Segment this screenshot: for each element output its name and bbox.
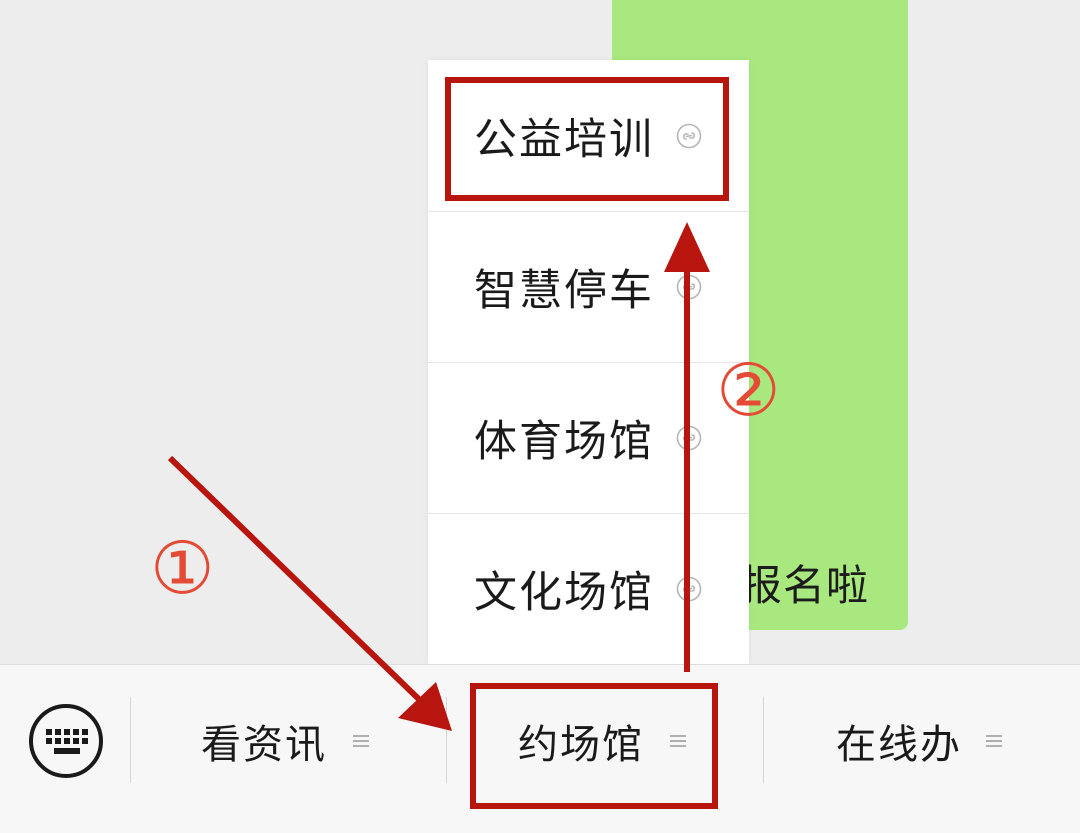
menu-tab-label: 约场馆: [518, 722, 644, 768]
menu-tab-book-venue[interactable]: 约场馆: [452, 693, 752, 789]
step-2-label: ②: [716, 348, 781, 432]
wechat-chat-screen: 报名啦 公益培训 智慧停车 体育场馆 文化场馆 看资讯 约场馆 在线办 ① ②: [0, 0, 1080, 833]
submenu-item-label: 智慧停车: [474, 266, 654, 316]
menu-tab-online-service[interactable]: 在线办: [770, 693, 1070, 789]
submenu-item-public-training[interactable]: 公益培训: [428, 60, 749, 211]
submenu-item-label: 文化场馆: [474, 568, 654, 618]
bar-divider: [130, 697, 131, 783]
submenu-item-culture-venue[interactable]: 文化场馆: [428, 513, 749, 664]
mini-program-link-icon: [676, 576, 702, 602]
menu-tab-label: 在线办: [836, 722, 962, 768]
submenu-item-label: 体育场馆: [474, 417, 654, 467]
menu-tab-label: 看资讯: [201, 722, 327, 768]
menu-lines-icon: [670, 735, 686, 747]
mini-program-link-icon: [676, 425, 702, 451]
submenu-item-sports-venue[interactable]: 体育场馆: [428, 362, 749, 513]
menu-lines-icon: [986, 735, 1002, 747]
step-1-label: ①: [150, 526, 215, 610]
keyboard-icon[interactable]: [28, 703, 104, 779]
bar-divider: [446, 697, 447, 783]
submenu-item-smart-parking[interactable]: 智慧停车: [428, 211, 749, 362]
bar-divider: [763, 697, 764, 783]
menu-tab-news[interactable]: 看资讯: [135, 693, 435, 789]
submenu-item-label: 公益培训: [474, 114, 654, 165]
mini-program-link-icon: [676, 274, 702, 300]
bottom-menu-bar: 看资讯 约场馆 在线办: [0, 664, 1080, 833]
menu-lines-icon: [353, 735, 369, 747]
chat-message-text: 报名啦: [740, 561, 870, 610]
submenu-popup: 公益培训 智慧停车 体育场馆 文化场馆: [428, 60, 749, 664]
mini-program-link-icon: [676, 123, 702, 148]
